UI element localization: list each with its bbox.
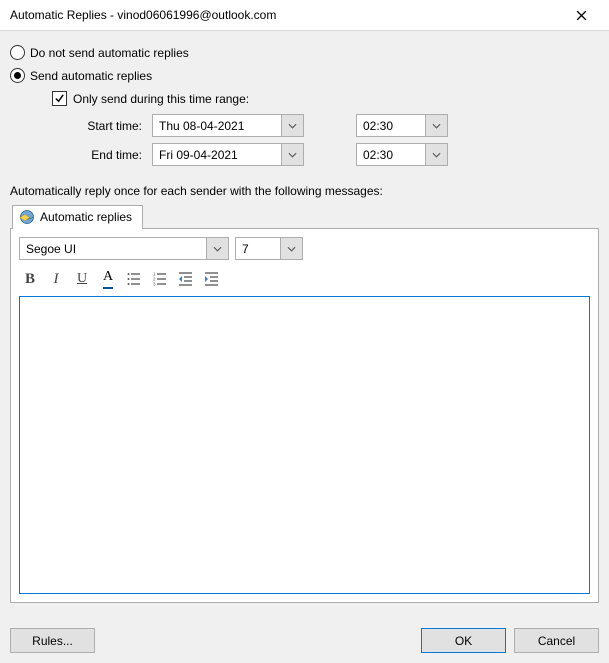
tab-list: Automatic replies: [10, 204, 599, 228]
chevron-down-icon: [288, 152, 297, 158]
checkmark-icon: [54, 93, 65, 104]
end-date-value: Fri 09-04-2021: [153, 148, 281, 162]
radio-label: Do not send automatic replies: [30, 46, 189, 60]
italic-icon: I: [54, 271, 59, 288]
button-label: Rules...: [32, 634, 73, 648]
window-title: Automatic Replies - vinod06061996@outloo…: [10, 8, 561, 22]
bold-button[interactable]: B: [19, 268, 41, 290]
start-time-label: Start time:: [80, 119, 142, 133]
tab-label: Automatic replies: [40, 210, 132, 224]
chevron-down-icon: [288, 123, 297, 129]
dialog-footer: Rules... OK Cancel: [10, 628, 599, 653]
close-icon: [576, 10, 587, 21]
chevron-down-icon: [213, 246, 222, 252]
font-size-value: 7: [236, 242, 280, 256]
svg-text:3: 3: [153, 282, 156, 287]
font-size-select[interactable]: 7: [235, 237, 303, 260]
radio-icon: [10, 45, 25, 60]
radio-icon: [10, 68, 25, 83]
number-list-icon: 1 2 3: [152, 271, 168, 287]
dialog-body: Do not send automatic replies Send autom…: [0, 31, 609, 613]
dropdown-button[interactable]: [280, 238, 302, 259]
checkbox-icon: [52, 91, 67, 106]
editor-pane: Segoe UI 7 B I U A: [10, 228, 599, 603]
checkbox-only-range[interactable]: Only send during this time range:: [52, 91, 599, 106]
chevron-down-icon: [432, 152, 441, 158]
font-family-value: Segoe UI: [20, 242, 206, 256]
end-time-select[interactable]: 02:30: [356, 143, 448, 166]
underline-icon: U: [77, 271, 87, 287]
format-toolbar: B I U A 1 2 3: [19, 266, 590, 296]
chevron-down-icon: [432, 123, 441, 129]
close-button[interactable]: [561, 1, 601, 29]
ok-button[interactable]: OK: [421, 628, 506, 653]
start-date-value: Thu 08-04-2021: [153, 119, 281, 133]
radio-selected-dot: [14, 72, 21, 79]
format-row: Segoe UI 7: [19, 237, 590, 260]
cancel-button[interactable]: Cancel: [514, 628, 599, 653]
titlebar: Automatic Replies - vinod06061996@outloo…: [0, 0, 609, 31]
end-time-value: 02:30: [357, 148, 425, 162]
chevron-down-icon: [287, 246, 296, 252]
end-time-row: End time: Fri 09-04-2021 02:30: [80, 143, 599, 166]
end-time-label: End time:: [80, 148, 142, 162]
radio-send[interactable]: Send automatic replies: [10, 68, 599, 83]
dropdown-button[interactable]: [206, 238, 228, 259]
message-editor[interactable]: [19, 296, 590, 594]
number-list-button[interactable]: 1 2 3: [149, 268, 171, 290]
end-date-select[interactable]: Fri 09-04-2021: [152, 143, 304, 166]
font-color-icon: A: [103, 270, 113, 289]
instruction-text: Automatically reply once for each sender…: [10, 184, 599, 198]
bold-icon: B: [25, 271, 35, 288]
tab-container: Automatic replies Segoe UI 7: [10, 204, 599, 603]
dropdown-button[interactable]: [425, 144, 447, 165]
bullet-list-icon: [126, 271, 142, 287]
indent-button[interactable]: [201, 268, 223, 290]
button-label: Cancel: [538, 634, 575, 648]
rules-button[interactable]: Rules...: [10, 628, 95, 653]
button-label: OK: [455, 634, 472, 648]
tab-automatic-replies[interactable]: Automatic replies: [12, 205, 143, 229]
font-color-button[interactable]: A: [97, 268, 119, 290]
start-time-select[interactable]: 02:30: [356, 114, 448, 137]
radio-do-not-send[interactable]: Do not send automatic replies: [10, 45, 599, 60]
checkbox-label: Only send during this time range:: [73, 92, 249, 106]
bullet-list-button[interactable]: [123, 268, 145, 290]
radio-label: Send automatic replies: [30, 69, 152, 83]
start-time-row: Start time: Thu 08-04-2021 02:30: [80, 114, 599, 137]
font-family-select[interactable]: Segoe UI: [19, 237, 229, 260]
italic-button[interactable]: I: [45, 268, 67, 290]
start-time-value: 02:30: [357, 119, 425, 133]
indent-icon: [204, 271, 220, 287]
start-date-select[interactable]: Thu 08-04-2021: [152, 114, 304, 137]
dropdown-button[interactable]: [281, 115, 303, 136]
globe-mail-icon: [19, 209, 35, 225]
underline-button[interactable]: U: [71, 268, 93, 290]
dropdown-button[interactable]: [425, 115, 447, 136]
outdent-icon: [178, 271, 194, 287]
dropdown-button[interactable]: [281, 144, 303, 165]
outdent-button[interactable]: [175, 268, 197, 290]
